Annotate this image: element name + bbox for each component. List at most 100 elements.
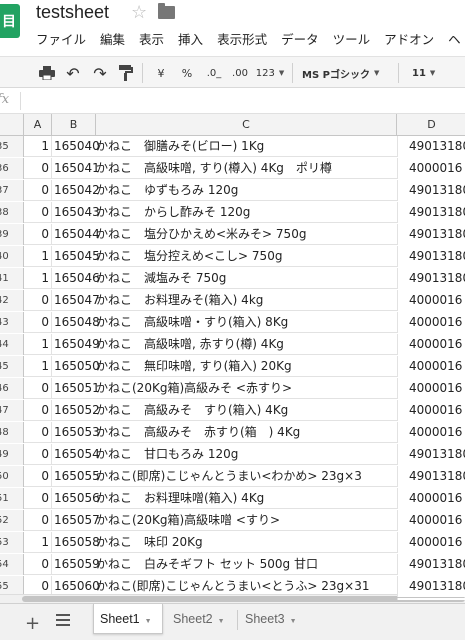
cell-b[interactable]: 165057 <box>52 510 100 531</box>
cell-c[interactable]: かねこ 塩分ひかえめ<米みそ> 750g <box>96 224 397 245</box>
cell-b[interactable]: 165052 <box>52 400 100 421</box>
star-icon[interactable]: ☆ <box>131 2 147 23</box>
row-number[interactable]: 43 <box>0 312 24 333</box>
redo-icon[interactable]: ↷ <box>90 63 110 83</box>
menu-file[interactable]: ファイル <box>36 29 86 47</box>
cell-a[interactable]: 0 <box>24 202 52 223</box>
undo-icon[interactable]: ↶ <box>63 63 83 83</box>
cell-c[interactable]: かねこ 高級みそ 赤すり(箱 ) 4Kg <box>96 422 397 443</box>
cell-d[interactable]: 4000016 <box>397 378 465 399</box>
cell-d[interactable]: 49013180 <box>397 466 465 487</box>
cell-a[interactable]: 0 <box>24 400 52 421</box>
font-family-select[interactable]: MS Pゴシック ▼ <box>302 63 392 83</box>
row-number[interactable]: 45 <box>0 356 24 377</box>
row-number[interactable]: 35 <box>0 136 24 157</box>
cell-c[interactable]: かねこ 塩分控えめ<こし> 750g <box>96 246 397 267</box>
cell-d[interactable]: 4000016 <box>397 158 465 179</box>
cell-a[interactable]: 1 <box>24 268 52 289</box>
column-header-a[interactable]: A <box>24 114 52 136</box>
cell-a[interactable]: 0 <box>24 422 52 443</box>
more-formats-button[interactable]: 123 ▼ <box>254 63 286 83</box>
chevron-down-icon[interactable]: ▼ <box>290 618 297 625</box>
cell-c[interactable]: かねこ 高級味噌, すり(樽入) 4Kg ポリ樽 <box>96 158 397 179</box>
cell-b[interactable]: 165059 <box>52 554 100 575</box>
sheet-tab-3[interactable]: Sheet3 ▼ <box>239 604 309 634</box>
menu-insert[interactable]: 挿入 <box>178 29 203 47</box>
cell-c[interactable]: かねこ 高級みそ すり(箱入) 4Kg <box>96 400 397 421</box>
cell-d[interactable]: 4000016 <box>397 510 465 531</box>
cell-c[interactable]: かねこ お料理味噌(箱入) 4Kg <box>96 488 397 509</box>
sheet-tab-2[interactable]: Sheet2 ▼ <box>167 604 235 634</box>
chevron-down-icon[interactable]: ▼ <box>218 618 225 625</box>
row-number[interactable]: 42 <box>0 290 24 311</box>
cell-a[interactable]: 0 <box>24 158 52 179</box>
menu-help[interactable]: ヘ <box>448 29 461 47</box>
row-number[interactable]: 54 <box>0 554 24 575</box>
cell-b[interactable]: 165051 <box>52 378 100 399</box>
column-header-c[interactable]: C <box>96 114 397 136</box>
cell-b[interactable]: 165055 <box>52 466 100 487</box>
cell-c[interactable]: かねこ お料理みそ(箱入) 4kg <box>96 290 397 311</box>
cell-a[interactable]: 0 <box>24 180 52 201</box>
cell-b[interactable]: 165047 <box>52 290 100 311</box>
cell-c[interactable]: かねこ ゆずもろみ 120g <box>96 180 397 201</box>
menu-edit[interactable]: 編集 <box>100 29 125 47</box>
cell-b[interactable]: 165053 <box>52 422 100 443</box>
cell-b[interactable]: 165049 <box>52 334 100 355</box>
row-number[interactable]: 52 <box>0 510 24 531</box>
cell-c[interactable]: かねこ 白みそギフト セット 500g 甘口 <box>96 554 397 575</box>
sheet-tab-1[interactable]: Sheet1 ▼ <box>93 604 163 634</box>
cell-d[interactable]: 4000016 <box>397 290 465 311</box>
chevron-down-icon[interactable]: ▼ <box>145 618 152 625</box>
cell-c[interactable]: かねこ からし酢みそ 120g <box>96 202 397 223</box>
cell-d[interactable]: 4000016 <box>397 488 465 509</box>
row-number[interactable]: 39 <box>0 224 24 245</box>
cell-a[interactable]: 1 <box>24 246 52 267</box>
font-size-select[interactable]: 11 ▼ <box>412 63 462 83</box>
cell-b[interactable]: 165054 <box>52 444 100 465</box>
cell-c[interactable]: かねこ 高級味噌, 赤すり(樽) 4Kg <box>96 334 397 355</box>
cell-b[interactable]: 165042 <box>52 180 100 201</box>
row-number[interactable]: 40 <box>0 246 24 267</box>
cell-a[interactable]: 0 <box>24 224 52 245</box>
cell-d[interactable]: 4000016 <box>397 422 465 443</box>
cell-b[interactable]: 165048 <box>52 312 100 333</box>
cell-c[interactable]: かねこ 御膳みそ(ビロー) 1Kg <box>96 136 397 157</box>
menu-format[interactable]: 表示形式 <box>217 29 267 47</box>
menu-tools[interactable]: ツール <box>333 29 371 47</box>
cell-d[interactable]: 49013180 <box>397 246 465 267</box>
cell-a[interactable]: 0 <box>24 378 52 399</box>
row-number[interactable]: 36 <box>0 158 24 179</box>
cell-a[interactable]: 1 <box>24 136 52 157</box>
cell-b[interactable]: 165041 <box>52 158 100 179</box>
cell-a[interactable]: 0 <box>24 312 52 333</box>
menu-addons[interactable]: アドオン <box>384 29 434 47</box>
cell-b[interactable]: 165040 <box>52 136 100 157</box>
cell-d[interactable]: 49013180 <box>397 444 465 465</box>
cell-d[interactable]: 4000016 <box>397 400 465 421</box>
cell-b[interactable]: 165050 <box>52 356 100 377</box>
row-number[interactable]: 41 <box>0 268 24 289</box>
column-header-b[interactable]: B <box>52 114 96 136</box>
cell-d[interactable]: 4000016 <box>397 356 465 377</box>
cell-a[interactable]: 0 <box>24 554 52 575</box>
cell-d[interactable]: 49013180 <box>397 180 465 201</box>
cell-a[interactable]: 1 <box>24 532 52 553</box>
all-sheets-icon[interactable] <box>56 614 70 626</box>
cell-b[interactable]: 165044 <box>52 224 100 245</box>
cell-d[interactable]: 49013180 <box>397 554 465 575</box>
cell-c[interactable]: かねこ(即席)こじゃんとうまい<わかめ> 23g×3 <box>96 466 397 487</box>
add-sheet-icon[interactable]: + <box>25 613 40 634</box>
cell-c[interactable]: かねこ 甘口もろみ 120g <box>96 444 397 465</box>
cell-d[interactable]: 49013180 <box>397 576 465 597</box>
cell-a[interactable]: 0 <box>24 466 52 487</box>
percent-format-button[interactable]: % <box>180 63 194 83</box>
cell-d[interactable]: 49013180 <box>397 598 465 600</box>
cell-c[interactable]: かねこ(20Kg箱)高級みそ <赤すり> <box>96 378 397 399</box>
spreadsheet-grid[interactable]: A B C D 351165040かねこ 御膳みそ(ビロー) 1Kg490131… <box>0 114 465 600</box>
row-number[interactable]: 46 <box>0 378 24 399</box>
cell-b[interactable]: 165045 <box>52 246 100 267</box>
row-number[interactable]: 53 <box>0 532 24 553</box>
decrease-decimal-button[interactable]: .0_ <box>203 63 225 83</box>
cell-d[interactable]: 4000016 <box>397 334 465 355</box>
